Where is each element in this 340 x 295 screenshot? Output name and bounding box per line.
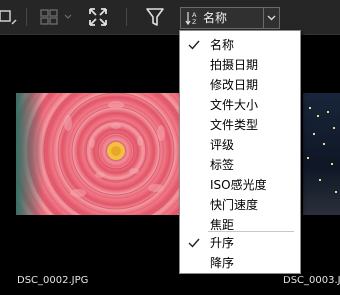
thumbnail-filename: DSC_0003.J	[283, 275, 340, 286]
thumbnail-image[interactable]	[16, 93, 182, 215]
city-light	[313, 133, 315, 135]
toolbar-separator	[126, 8, 127, 26]
checkmark-icon	[188, 238, 200, 248]
menu-item-sort-iso[interactable]: ISO感光度	[181, 175, 299, 195]
thumbnail-filename: DSC_0002.JPG	[17, 275, 89, 286]
menu-item-sort-label[interactable]: 标签	[181, 155, 299, 175]
photo-browser: A Z 名称 DSC_0002.JPG DSC_0003.J 名称 拍摄日期 修…	[0, 0, 340, 295]
city-light	[333, 127, 335, 129]
sort-az-icon: A Z	[185, 11, 197, 26]
menu-item-label: 拍摄日期	[210, 58, 259, 72]
city-light	[319, 179, 321, 181]
menu-item-label: ISO感光度	[210, 178, 267, 192]
fit-to-screen-icon[interactable]	[86, 5, 110, 29]
menu-item-label: 降序	[210, 256, 235, 270]
menu-item-label: 标签	[210, 158, 235, 172]
menu-item-descending[interactable]: 降序	[181, 253, 299, 273]
menu-item-ascending[interactable]: 升序	[181, 233, 299, 253]
menu-item-label: 文件类型	[210, 118, 259, 132]
menu-item-sort-focal-length[interactable]: 焦距	[181, 215, 299, 235]
city-light	[327, 111, 329, 113]
menu-item-sort-name[interactable]: 名称	[181, 35, 299, 55]
menu-item-label: 文件大小	[210, 98, 259, 112]
menu-item-label: 焦距	[210, 218, 235, 232]
thumbnail-image[interactable]	[303, 93, 340, 215]
toolbar-separator	[26, 8, 27, 26]
menu-item-label: 修改日期	[210, 78, 259, 92]
menu-item-label: 名称	[210, 38, 235, 52]
photo-edge	[16, 93, 44, 215]
city-light	[307, 157, 309, 159]
checkmark-icon	[188, 40, 200, 50]
chevron-down-icon	[267, 15, 276, 21]
menu-item-sort-file-size[interactable]: 文件大小	[181, 95, 299, 115]
menu-item-label: 升序	[210, 236, 235, 250]
menu-item-sort-file-type[interactable]: 文件类型	[181, 115, 299, 135]
menu-item-sort-modified-date[interactable]: 修改日期	[181, 75, 299, 95]
sort-menu: 名称 拍摄日期 修改日期 文件大小 文件类型 评级 标签 ISO感光度 快门速度…	[179, 30, 301, 274]
layout-grid-icon[interactable]	[38, 5, 74, 29]
city-light	[317, 115, 319, 117]
city-light	[331, 163, 333, 165]
menu-item-sort-rating[interactable]: 评级	[181, 135, 299, 155]
svg-text:Z: Z	[192, 18, 197, 26]
filter-icon[interactable]	[144, 5, 166, 29]
city-light	[335, 191, 337, 193]
city-light	[309, 107, 311, 109]
city-light	[323, 143, 325, 145]
view-options-icon[interactable]	[0, 5, 20, 29]
menu-item-sort-shutter-speed[interactable]: 快门速度	[181, 195, 299, 215]
sort-dropdown-arrow[interactable]	[263, 8, 279, 28]
menu-item-sort-capture-date[interactable]: 拍摄日期	[181, 55, 299, 75]
menu-item-label: 快门速度	[210, 198, 259, 212]
sort-dropdown[interactable]: A Z 名称	[180, 7, 280, 29]
sort-dropdown-label: 名称	[203, 11, 228, 25]
menu-item-label: 评级	[210, 138, 235, 152]
menu-separator	[208, 231, 294, 232]
